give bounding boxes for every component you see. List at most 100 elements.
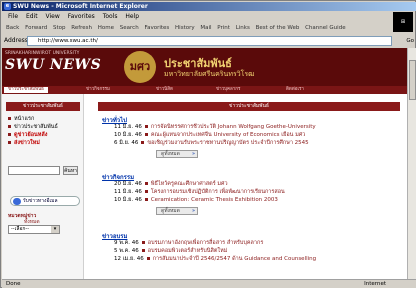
- bullet-icon: [8, 117, 11, 120]
- news-date: 12 เม.ย. 46: [114, 256, 144, 262]
- sidebar-link-label: ข่าวประชาสัมพันธ์: [14, 124, 58, 130]
- list-item[interactable]: 9 พ.ค. 46 อบรมภาษาอังกฤษเพื่อการสื่อสาร ส…: [114, 240, 263, 247]
- address-bar: Address http://www.swu.ac.th/ Go: [2, 35, 416, 47]
- nav-tab-activities[interactable]: ข่าวกิจกรรม: [82, 87, 114, 93]
- status-text: Done: [6, 281, 21, 287]
- stop-button[interactable]: Stop: [53, 25, 66, 31]
- university-name: SRINAKHARINWIROT UNIVERSITY: [5, 51, 80, 56]
- channel-guide-link[interactable]: Channel Guide: [305, 25, 345, 31]
- main-content: ข่าวประชาสัมพันธ์ ข่าวทั่วไป 11 มิ.ย. 46…: [98, 102, 400, 279]
- page-content: SRINAKHARINWIROT UNIVERSITY SWU NEWS มศว…: [2, 48, 407, 279]
- bullet-icon: [146, 257, 150, 260]
- bullet-icon: [141, 141, 145, 144]
- home-button[interactable]: Home: [98, 25, 114, 31]
- list-item[interactable]: 6 มิ.ย. 46 ขอเชิญร่วมงานรับพระราชทานปริญญ…: [114, 140, 309, 147]
- zone-indicator: Internet: [364, 281, 386, 287]
- status-bar: Done Internet: [2, 279, 416, 288]
- list-item[interactable]: 11 มิ.ย. 46 โครงการอบรมเชิงปฏิบัติการ เพื…: [114, 189, 285, 196]
- best-of-web-link[interactable]: Best of the Web: [256, 25, 300, 31]
- list-item[interactable]: 5 พ.ค. 46 อบรมคอมพิวเตอร์สำหรับนิสิตใหม่: [114, 248, 227, 255]
- arrow-right-icon: »: [191, 151, 195, 157]
- sidebar-link-archive[interactable]: ดูข่าวย้อนหลัง: [8, 132, 47, 139]
- search-button[interactable]: Search: [120, 25, 139, 31]
- sidebar-link-submit[interactable]: ส่งข่าวใหม่: [8, 140, 40, 147]
- more-button[interactable]: ดูทั้งหมด »: [156, 207, 198, 215]
- ie-icon: e: [4, 3, 11, 10]
- bullet-icon: [144, 125, 148, 128]
- list-item[interactable]: 11 มิ.ย. 46 การจัดนิทรรศการชีวประวัติ Joh…: [114, 124, 316, 131]
- sidebar: ข่าวประชาสัมพันธ์ หน้าแรก ข่าวประชาสัมพั…: [2, 94, 84, 279]
- more-button[interactable]: ดูทั้งหมด »: [156, 150, 198, 158]
- bullet-icon: [144, 190, 148, 193]
- search-input[interactable]: [8, 166, 60, 175]
- go-button[interactable]: Go: [406, 35, 414, 47]
- list-item[interactable]: 10 มิ.ย. 46 Ceramication: Ceramic Thesis …: [114, 197, 278, 204]
- news-title: Ceramication: Ceramic Thesis Exhibition …: [150, 197, 278, 203]
- scroll-thumb[interactable]: [409, 60, 416, 100]
- refresh-button[interactable]: Refresh: [71, 25, 92, 31]
- news-title: การจัดนิทรรศการชีวประวัติ Johann Wolfgan…: [150, 124, 316, 130]
- news-title: โครงการอบรมเชิงปฏิบัติการ เพื่อพัฒนาการเ…: [150, 189, 285, 195]
- news-date: 6 มิ.ย. 46: [114, 140, 139, 146]
- site-logo[interactable]: SWU NEWS: [5, 57, 101, 73]
- main-header: ข่าวประชาสัมพันธ์: [98, 102, 400, 111]
- university-seal: มศว: [124, 51, 156, 83]
- menu-edit[interactable]: Edit: [26, 13, 38, 20]
- address-input[interactable]: http://www.swu.ac.th/: [27, 36, 392, 46]
- news-date: 20 มิ.ย. 46: [114, 181, 142, 187]
- forward-button[interactable]: Forward: [25, 25, 47, 31]
- windows-logo-icon: ⊞: [393, 12, 413, 32]
- sidebar-header: ข่าวประชาสัมพันธ์: [6, 102, 80, 111]
- sidebar-link-label: ส่งข่าวใหม่: [14, 140, 40, 146]
- news-date: 5 พ.ค. 46: [114, 248, 139, 254]
- history-button[interactable]: History: [175, 25, 195, 31]
- menu-view[interactable]: View: [46, 13, 60, 20]
- menu-tools[interactable]: Tools: [103, 13, 118, 20]
- list-item[interactable]: 12 เม.ย. 46 การสัมมนาประจำปี 2546/2547 ด้…: [114, 256, 316, 263]
- mail-button[interactable]: Mail: [200, 25, 211, 31]
- arrow-right-icon: »: [191, 208, 195, 214]
- nav-tab-contact[interactable]: ติดต่อเรา: [282, 87, 308, 93]
- sidebar-search-button[interactable]: ค้นหา: [63, 166, 78, 175]
- back-button[interactable]: Back: [6, 25, 19, 31]
- news-title: คณะผู้แทนจากประเทศจีน University of Econ…: [150, 132, 306, 138]
- browser-window: e SWU News - Microsoft Internet Explorer…: [0, 0, 416, 288]
- address-label: Address: [4, 37, 28, 44]
- sidebar-link-label: หน้าแรก: [14, 116, 35, 122]
- sidebar-link-label: ดูข่าวย้อนหลัง: [14, 132, 48, 138]
- bullet-icon: [144, 198, 148, 201]
- title-bar: e SWU News - Microsoft Internet Explorer: [2, 2, 416, 11]
- subscribe-button[interactable]: รับข่าวทางอีเมล: [10, 196, 80, 206]
- vertical-scrollbar[interactable]: [407, 48, 416, 279]
- sidebar-link-home[interactable]: หน้าแรก: [8, 116, 34, 123]
- nav-tab-news[interactable]: ข่าวประชาสัมพันธ์: [4, 87, 48, 93]
- window-title: SWU News - Microsoft Internet Explorer: [13, 3, 148, 10]
- menu-favorites[interactable]: Favorites: [68, 13, 95, 20]
- subscribe-label: รับข่าวทางอีเมล: [23, 198, 58, 204]
- print-button[interactable]: Print: [217, 25, 230, 31]
- bullet-icon: [8, 125, 11, 128]
- nav-tab-students[interactable]: ข่าวนิสิต: [152, 87, 177, 93]
- menu-help[interactable]: Help: [125, 13, 139, 20]
- list-item[interactable]: 20 มิ.ย. 46 พิธีไหว้ครูคณะศึกษาศาสตร์ มศว: [114, 181, 228, 188]
- menu-file[interactable]: File: [8, 13, 18, 20]
- favorites-button[interactable]: Favorites: [144, 25, 169, 31]
- menu-bar: File Edit View Favorites Tools Help: [2, 12, 416, 22]
- news-title: ขอเชิญร่วมงานรับพระราชทานปริญญาบัตร ประจ…: [147, 140, 309, 146]
- more-label: ดูทั้งหมด: [161, 208, 180, 214]
- site-nav: ข่าวประชาสัมพันธ์ ข่าวกิจกรรม ข่าวนิสิต …: [2, 86, 407, 94]
- nav-tab-staff[interactable]: ข่าวบุคลากร: [212, 87, 244, 93]
- sidebar-link-news[interactable]: ข่าวประชาสัมพันธ์: [8, 124, 58, 131]
- news-date: 11 มิ.ย. 46: [114, 124, 142, 130]
- links-label[interactable]: Links: [236, 25, 250, 31]
- category-select[interactable]: --เลือก-- ▾: [8, 225, 60, 234]
- category-select-value: --เลือก--: [11, 226, 30, 232]
- news-title: การสัมมนาประจำปี 2546/2547 ด้าน Guidance…: [152, 256, 317, 262]
- list-item[interactable]: 10 มิ.ย. 46 คณะผู้แทนจากประเทศจีน Univers…: [114, 132, 305, 139]
- more-label: ดูทั้งหมด: [161, 151, 180, 157]
- bullet-icon: [8, 133, 11, 136]
- bullet-icon: [144, 182, 148, 185]
- bullet-icon: [141, 249, 145, 252]
- toolbar: Back Forward Stop Refresh Home Search Fa…: [2, 23, 394, 34]
- email-icon: [13, 198, 21, 205]
